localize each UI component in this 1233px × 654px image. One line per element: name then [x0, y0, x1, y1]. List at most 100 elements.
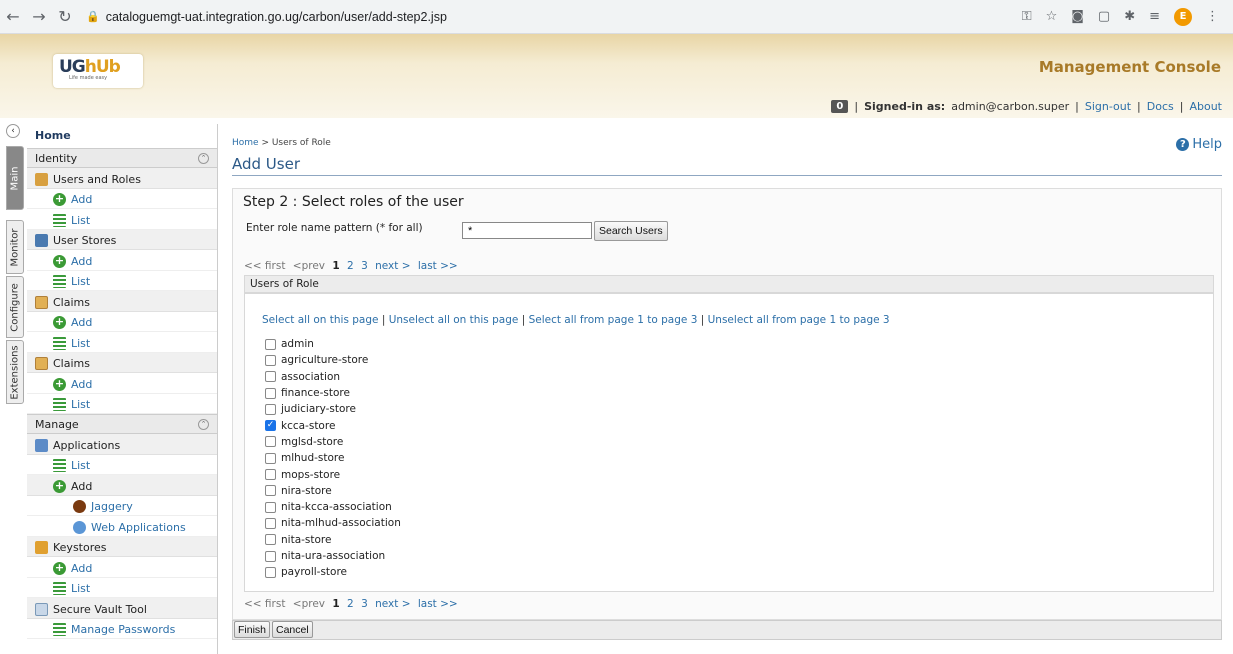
- sidebar-section-manage[interactable]: Manage ⌃: [27, 414, 217, 434]
- role-checkbox[interactable]: [265, 452, 276, 464]
- camera-icon[interactable]: ◙: [1071, 9, 1084, 24]
- collapse-up-icon[interactable]: ⌃: [198, 418, 209, 430]
- about-link[interactable]: About: [1189, 100, 1222, 113]
- help-link[interactable]: ? Help: [1176, 137, 1222, 152]
- pager-bottom: << first <prev 1 2 3 next > last >>: [244, 598, 462, 610]
- sidebar-group-keystores: Keystores: [27, 536, 217, 557]
- back-icon[interactable]: ←: [0, 7, 26, 26]
- sidebar-item-web-applications[interactable]: Web Applications: [27, 516, 217, 537]
- role-row: payroll-store: [265, 564, 401, 580]
- sign-out-link[interactable]: Sign-out: [1085, 100, 1131, 113]
- extension-icon[interactable]: ▢: [1098, 9, 1110, 24]
- sidebar-item-stores-add[interactable]: + Add: [27, 250, 217, 271]
- pager-page-3[interactable]: 3: [361, 598, 368, 610]
- sidebar-item-claims2-list[interactable]: List: [27, 394, 217, 414]
- signin-bar: 0 | Signed-in as: admin@carbon.super | S…: [831, 100, 1222, 113]
- docs-link[interactable]: Docs: [1147, 100, 1174, 113]
- unselect-all-range-link[interactable]: Unselect all from page 1 to page 3: [708, 314, 890, 326]
- menu-icon[interactable]: ⋮: [1206, 9, 1219, 24]
- list-icon: [53, 336, 66, 350]
- cancel-button[interactable]: Cancel: [272, 621, 313, 638]
- role-checkbox[interactable]: [265, 534, 276, 546]
- sidebar-section-identity[interactable]: Identity ⌃: [27, 148, 217, 168]
- add-icon: +: [53, 253, 66, 268]
- search-users-button[interactable]: Search Users: [594, 221, 668, 241]
- pager-page-2[interactable]: 2: [347, 598, 354, 610]
- browser-toolbar: ← → ↻ 🔒 cataloguemgt-uat.integration.go.…: [0, 0, 1233, 34]
- role-checkbox[interactable]: [265, 338, 276, 350]
- pager-next[interactable]: next >: [375, 598, 410, 610]
- unselect-all-page-link[interactable]: Unselect all on this page: [389, 314, 519, 326]
- role-label: kcca-store: [281, 419, 336, 432]
- sidebar-item-stores-list[interactable]: List: [27, 271, 217, 291]
- pager-next[interactable]: next >: [375, 260, 410, 272]
- ughub-logo[interactable]: UGhUb Life made easy: [53, 54, 143, 88]
- collapse-sidebar-icon[interactable]: ‹: [6, 124, 20, 138]
- form-footer: Finish Cancel: [232, 620, 1222, 640]
- sidebar-group-users-roles: Users and Roles: [27, 168, 217, 189]
- pager-prev[interactable]: <prev: [293, 260, 325, 272]
- role-checkbox[interactable]: [265, 566, 276, 578]
- notification-badge[interactable]: 0: [831, 100, 849, 113]
- role-checkbox[interactable]: ✓: [265, 420, 276, 432]
- profile-avatar[interactable]: E: [1174, 7, 1192, 26]
- sidebar-item-apps-list[interactable]: List: [27, 455, 217, 475]
- role-checkbox[interactable]: [265, 371, 276, 383]
- bookmark-star-icon[interactable]: ☆: [1046, 9, 1058, 24]
- role-row: nira-store: [265, 483, 401, 499]
- role-label: nira-store: [281, 484, 332, 497]
- collapse-up-icon[interactable]: ⌃: [198, 152, 209, 164]
- select-all-page-link[interactable]: Select all on this page: [262, 314, 378, 326]
- sidebar-home[interactable]: Home: [27, 124, 217, 148]
- breadcrumb-home[interactable]: Home: [232, 138, 259, 148]
- pager-page-1[interactable]: 1: [332, 260, 339, 272]
- pager-last[interactable]: last >>: [418, 260, 458, 272]
- role-label: mops-store: [281, 468, 341, 481]
- role-checkbox[interactable]: [265, 436, 276, 448]
- sidebar-item-claims2-add[interactable]: + Add: [27, 373, 217, 394]
- pager-first[interactable]: << first: [244, 260, 285, 272]
- select-all-range-link[interactable]: Select all from page 1 to page 3: [529, 314, 698, 326]
- sidebar-item-claims-add[interactable]: + Add: [27, 312, 217, 332]
- tab-main[interactable]: Main: [6, 146, 24, 210]
- finish-button[interactable]: Finish: [234, 621, 271, 638]
- role-checkbox[interactable]: [265, 550, 276, 562]
- role-checkbox[interactable]: [265, 469, 276, 481]
- add-icon: +: [53, 478, 66, 493]
- role-row: nita-store: [265, 532, 401, 548]
- sidebar-group-apps-add[interactable]: + Add: [27, 475, 217, 496]
- role-row: nita-ura-association: [265, 548, 401, 564]
- forward-icon[interactable]: →: [26, 7, 52, 26]
- reading-list-icon[interactable]: ≡: [1149, 9, 1160, 24]
- tab-extensions[interactable]: Extensions: [6, 340, 24, 404]
- sidebar-item-users-add[interactable]: + Add: [27, 189, 217, 209]
- url-text[interactable]: cataloguemgt-uat.integration.go.ug/carbo…: [106, 10, 447, 24]
- reload-icon[interactable]: ↻: [52, 7, 78, 26]
- role-checkbox[interactable]: [265, 403, 276, 415]
- sidebar-item-manage-passwords[interactable]: Manage Passwords: [27, 619, 217, 639]
- sidebar-item-jaggery[interactable]: Jaggery: [27, 496, 217, 516]
- pager-page-2[interactable]: 2: [347, 260, 354, 272]
- role-checkbox[interactable]: [265, 387, 276, 399]
- pager-first[interactable]: << first: [244, 598, 285, 610]
- tab-monitor[interactable]: Monitor: [6, 220, 24, 274]
- pager-page-3[interactable]: 3: [361, 260, 368, 272]
- sidebar-item-users-list[interactable]: List: [27, 209, 217, 230]
- role-checkbox[interactable]: [265, 517, 276, 529]
- role-checkbox[interactable]: [265, 501, 276, 513]
- address-bar[interactable]: 🔒 cataloguemgt-uat.integration.go.ug/car…: [86, 10, 447, 24]
- puzzle-icon[interactable]: ✱: [1124, 9, 1135, 24]
- pager-prev[interactable]: <prev: [293, 598, 325, 610]
- key-icon[interactable]: ⚿: [1022, 9, 1032, 24]
- sidebar-item-keystores-list[interactable]: List: [27, 578, 217, 598]
- tab-configure[interactable]: Configure: [6, 276, 24, 338]
- role-pattern-input[interactable]: [462, 222, 592, 239]
- sidebar-item-claims-list[interactable]: List: [27, 332, 217, 353]
- role-checkbox[interactable]: [265, 485, 276, 497]
- pager-last[interactable]: last >>: [418, 598, 458, 610]
- pager-page-1[interactable]: 1: [332, 598, 339, 610]
- role-checkbox[interactable]: [265, 354, 276, 366]
- help-icon: ?: [1176, 138, 1190, 151]
- sidebar-item-keystores-add[interactable]: + Add: [27, 557, 217, 578]
- role-row: mlhud-store: [265, 450, 401, 466]
